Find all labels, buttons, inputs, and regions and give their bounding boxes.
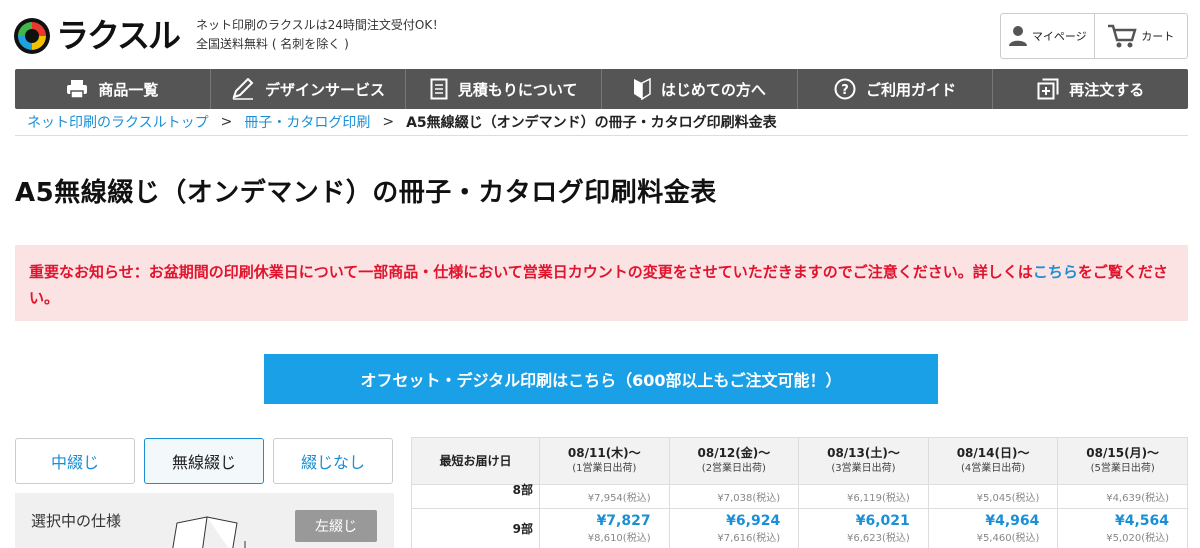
quantity-cell: 9部 bbox=[411, 508, 540, 548]
selected-spec-panel: 選択中の仕様 左綴じ bbox=[15, 493, 394, 548]
svg-text:?: ? bbox=[841, 83, 849, 98]
cart-icon bbox=[1108, 24, 1137, 48]
taxed-price: ¥7,954(税込) bbox=[587, 493, 651, 504]
logo-text: ラクスル bbox=[56, 16, 181, 55]
page-title: A5無線綴じ（オンデマンド）の冊子・カタログ印刷料金表 bbox=[15, 178, 717, 208]
taxed-price: ¥5,020(税込) bbox=[1106, 533, 1169, 544]
logo-mark-icon bbox=[14, 18, 50, 54]
taxed-price: ¥8,610(税込) bbox=[587, 533, 651, 544]
date-column-header[interactable]: 08/14(日)〜 (4営業日出荷) bbox=[927, 437, 1059, 485]
user-icon bbox=[1008, 26, 1027, 46]
book-illustration-icon bbox=[172, 516, 246, 548]
price-value: ¥6,021 bbox=[855, 513, 910, 529]
breadcrumb-home-link[interactable]: ネット印刷のラクスルトップ bbox=[27, 112, 209, 132]
nav-item-guide[interactable]: ? ご利用ガイド bbox=[798, 69, 994, 109]
cart-label: カート bbox=[1141, 30, 1175, 43]
notice-text: 重要なお知らせ：お盆期間の印刷休業日について一部商品・仕様において営業日カウント… bbox=[29, 263, 1033, 281]
offset-digital-cta-button[interactable]: オフセット・デジタル印刷はこちら（600部以上もご注文可能！） bbox=[264, 354, 938, 404]
date-column-header[interactable]: 08/13(土)〜 (3営業日出荷) bbox=[798, 437, 929, 485]
price-cell[interactable]: ¥4,964 ¥5,460(税込) bbox=[927, 508, 1059, 548]
date-label: 08/12(金)〜 bbox=[697, 446, 771, 460]
binding-tabs: 中綴じ 無線綴じ 綴じなし bbox=[15, 438, 402, 484]
spec-label: 選択中の仕様 bbox=[31, 512, 122, 530]
ship-label: (3営業日出荷) bbox=[831, 463, 896, 474]
taxed-price: ¥7,038(税込) bbox=[717, 493, 781, 504]
breadcrumb-category-link[interactable]: 冊子・カタログ印刷 bbox=[244, 112, 370, 132]
price-cell[interactable]: ¥6,924 ¥7,616(税込) bbox=[668, 508, 800, 548]
help-icon: ? bbox=[834, 78, 856, 100]
nav-item-estimate[interactable]: 見積もりについて bbox=[406, 69, 603, 109]
nav-label: 見積もりについて bbox=[457, 80, 578, 99]
cart-button[interactable]: 0 カート bbox=[1093, 14, 1188, 58]
notice-link[interactable]: こちら bbox=[1033, 263, 1078, 281]
account-box: マイページ 0 カート bbox=[1000, 13, 1188, 59]
taxed-price: ¥7,616(税込) bbox=[717, 533, 781, 544]
price-value: ¥4,964 bbox=[985, 513, 1040, 529]
price-value: ¥6,924 bbox=[726, 513, 781, 529]
ship-label: (5営業日出荷) bbox=[1090, 463, 1155, 474]
breadcrumb-current: A5無線綴じ（オンデマンド）の冊子・カタログ印刷料金表 bbox=[406, 115, 777, 131]
breadcrumb-separator: > bbox=[220, 114, 233, 130]
breadcrumb: ネット印刷のラクスルトップ > 冊子・カタログ印刷 > A5無線綴じ（オンデマン… bbox=[15, 109, 1188, 136]
date-label: 08/15(月)〜 bbox=[1086, 446, 1160, 460]
nav-item-reorder[interactable]: 再注文する bbox=[993, 69, 1188, 109]
nav-label: デザインサービス bbox=[265, 80, 386, 99]
nav-item-beginner[interactable]: はじめての方へ bbox=[602, 69, 798, 109]
header-tagline: ネット印刷のラクスルは24時間注文受付OK！ 全国送料無料 ( 名刺を除く ) bbox=[196, 16, 444, 54]
price-cell[interactable]: ¥7,954(税込) bbox=[539, 484, 670, 509]
price-cell[interactable]: ¥4,564 ¥5,020(税込) bbox=[1057, 508, 1188, 548]
tab-saddle-stitch[interactable]: 中綴じ bbox=[15, 438, 135, 484]
price-cell[interactable]: ¥6,119(税込) bbox=[798, 484, 929, 509]
tagline-line-2: 全国送料無料 ( 名刺を除く ) bbox=[196, 37, 349, 51]
left-binding-button[interactable]: 左綴じ bbox=[295, 510, 377, 542]
pencil-icon bbox=[232, 78, 254, 100]
table-row: 8部 ¥7,954(税込) ¥7,038(税込) ¥6,119(税込) ¥5,0… bbox=[411, 484, 1188, 509]
date-label: 08/14(日)〜 bbox=[956, 446, 1030, 460]
nav-label: はじめての方へ bbox=[660, 80, 766, 99]
tab-no-binding[interactable]: 綴じなし bbox=[273, 438, 393, 484]
taxed-price: ¥4,639(税込) bbox=[1106, 493, 1169, 504]
nav-item-design[interactable]: デザインサービス bbox=[211, 69, 407, 109]
price-cell[interactable]: ¥5,045(税込) bbox=[927, 484, 1059, 509]
nav-label: 商品一覧 bbox=[98, 80, 159, 99]
beginner-mark-icon bbox=[633, 78, 651, 100]
price-cell[interactable]: ¥6,021 ¥6,623(税込) bbox=[798, 508, 929, 548]
table-header-label: 最短お届け日 bbox=[411, 437, 540, 485]
taxed-price: ¥5,045(税込) bbox=[976, 493, 1040, 504]
taxed-price: ¥6,119(税込) bbox=[846, 493, 910, 504]
quantity-cell: 8部 bbox=[411, 484, 540, 509]
printer-icon bbox=[67, 80, 88, 99]
price-cell[interactable]: ¥7,038(税込) bbox=[668, 484, 800, 509]
price-value: ¥4,564 bbox=[1114, 513, 1169, 529]
date-column-header[interactable]: 08/11(木)〜 (1営業日出荷) bbox=[539, 437, 670, 485]
nav-item-products[interactable]: 商品一覧 bbox=[15, 69, 211, 109]
global-nav: 商品一覧 デザインサービス 見積もりについて はじめての方へ ? ご利用ガイド bbox=[15, 69, 1188, 109]
nav-label: ご利用ガイド bbox=[866, 80, 957, 99]
ship-label: (4営業日出荷) bbox=[960, 463, 1026, 474]
date-column-header[interactable]: 08/15(月)〜 (5営業日出荷) bbox=[1057, 437, 1188, 485]
mypage-button[interactable]: マイページ bbox=[1001, 14, 1094, 58]
reorder-icon bbox=[1037, 78, 1059, 100]
important-notice: 重要なお知らせ：お盆期間の印刷休業日について一部商品・仕様において営業日カウント… bbox=[15, 245, 1188, 321]
price-cell[interactable]: ¥7,827 ¥8,610(税込) bbox=[539, 508, 670, 548]
date-label: 08/13(土)〜 bbox=[827, 446, 900, 460]
ship-label: (2営業日出荷) bbox=[701, 463, 766, 474]
price-value: ¥7,827 bbox=[596, 513, 651, 529]
price-cell[interactable]: ¥4,639(税込) bbox=[1057, 484, 1188, 509]
table-row: 9部 ¥7,827 ¥8,610(税込) ¥6,924 ¥7,616(税込) ¥6,… bbox=[411, 508, 1188, 548]
taxed-price: ¥5,460(税込) bbox=[976, 533, 1040, 544]
date-column-header[interactable]: 08/12(金)〜 (2営業日出荷) bbox=[668, 437, 800, 485]
raksul-logo[interactable]: ラクスル bbox=[14, 16, 181, 55]
price-table: 最短お届け日 08/11(木)〜 (1営業日出荷) 08/12(金)〜 (2営業日出… bbox=[411, 437, 1188, 548]
breadcrumb-separator: > bbox=[382, 114, 395, 130]
date-label: 08/11(木)〜 bbox=[567, 446, 641, 460]
site-header: ラクスル ネット印刷のラクスルは24時間注文受付OK！ 全国送料無料 ( 名刺を… bbox=[0, 0, 1200, 69]
nav-label: 再注文する bbox=[1069, 80, 1145, 99]
document-icon bbox=[430, 78, 448, 100]
taxed-price: ¥6,623(税込) bbox=[846, 533, 910, 544]
ship-label: (1営業日出荷) bbox=[572, 463, 637, 474]
tagline-line-1: ネット印刷のラクスルは24時間注文受付OK！ bbox=[196, 18, 445, 32]
mypage-label: マイページ bbox=[1031, 30, 1087, 43]
tab-perfect-binding[interactable]: 無線綴じ bbox=[144, 438, 264, 484]
